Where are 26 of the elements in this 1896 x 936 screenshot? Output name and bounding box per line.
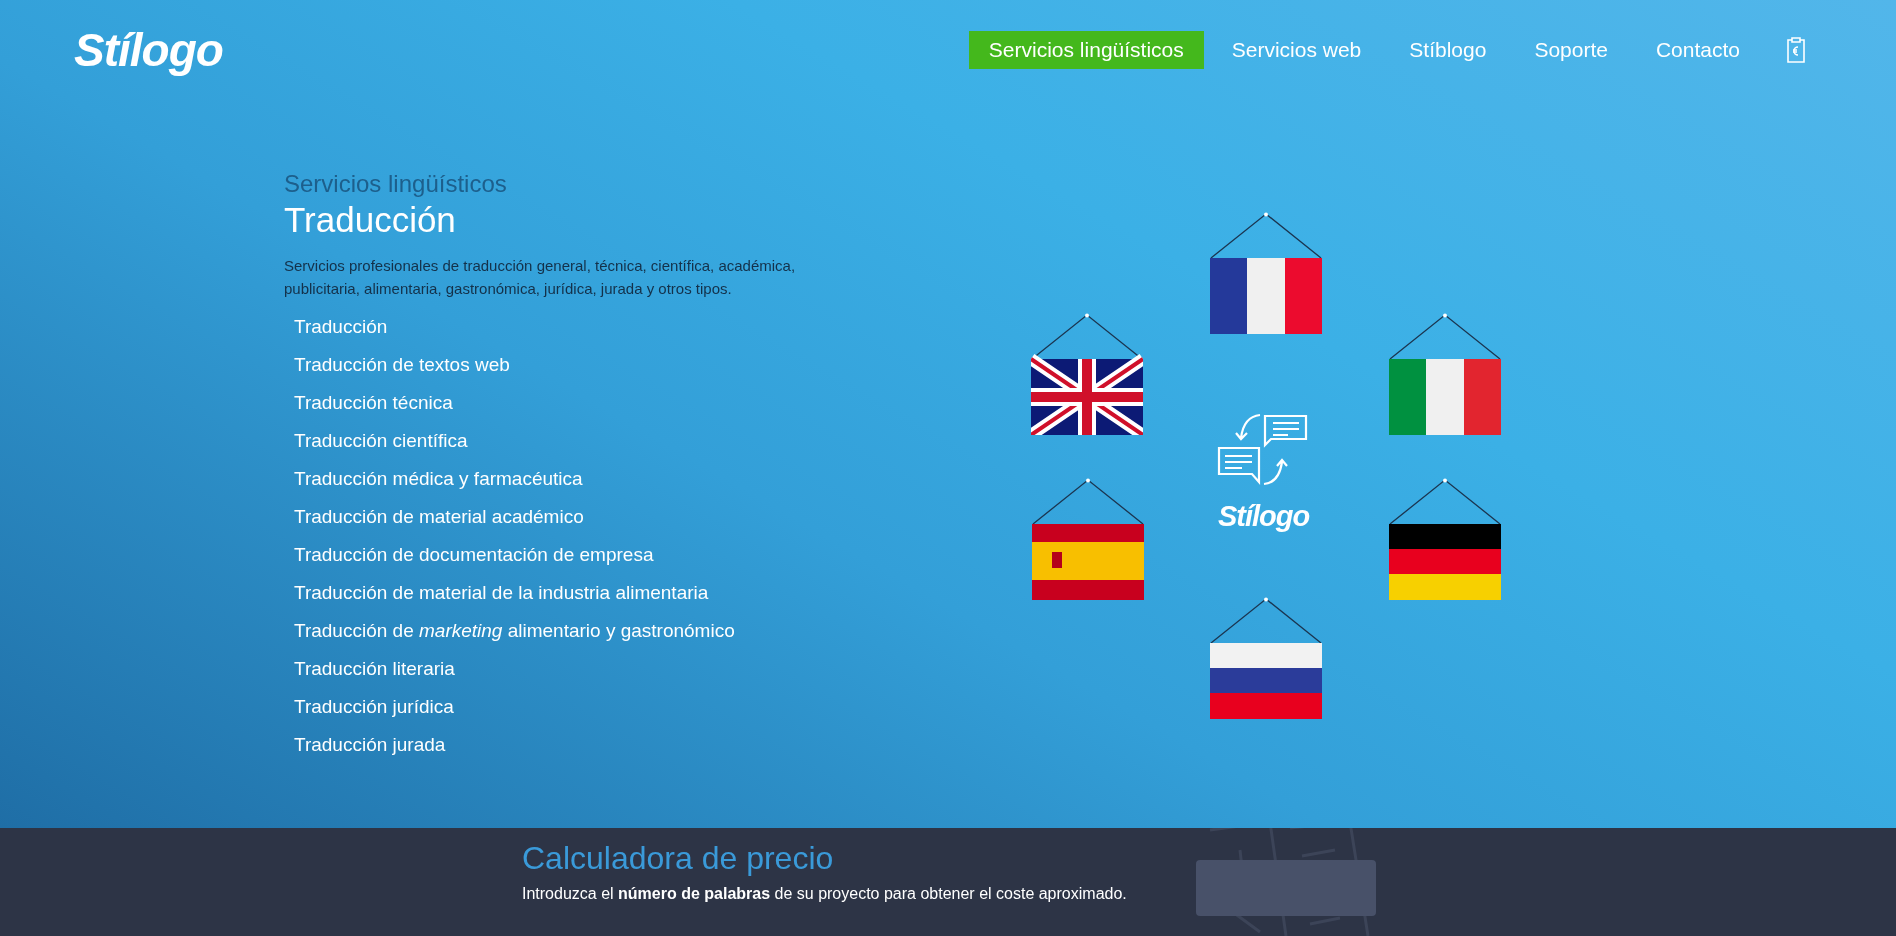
section-title: Calculadora de precio [522,840,835,877]
service-link[interactable]: Traducción de material de la industria alimentaria [294,574,713,612]
section-eyebrow: Servicios lingüísticos [284,170,508,198]
service-link[interactable]: Traducción de material académico [294,498,588,536]
service-link[interactable]: Traducción de documentación de empresa [294,536,658,574]
service-link[interactable]: Traducción científica [294,422,472,460]
page-title: Traducción [284,200,457,240]
service-link[interactable]: Traducción de textos web [294,346,514,384]
service-link[interactable]: Traducción médica y farmacéutica [294,460,587,498]
logo[interactable]: Stílogo [74,23,223,77]
service-link[interactable]: Traducción [294,308,392,346]
nav-link[interactable]: Stíblogo [1389,31,1507,69]
nav-link[interactable]: Contacto [1635,31,1760,69]
instruction-text: Introduzca el número de palabras de su proyecto para obtener el coste aproximado. [522,885,1127,903]
price-field[interactable] [1196,860,1376,916]
service-link[interactable]: Traducción literaria [294,650,459,688]
service-link[interactable]: Traducción jurada [294,726,450,764]
nav-link[interactable]: Servicios lingüísticos [968,31,1204,69]
service-link[interactable]: Traducción jurídica [294,688,458,726]
nav-link[interactable]: Servicios web [1211,31,1382,69]
service-link[interactable]: Traducción técnica [294,384,457,422]
clipboard-icon[interactable] [1786,37,1806,63]
service-link[interactable]: Traducción de marketing alimentario y gastronómico [294,612,739,650]
description: Servicios profesionales de traducción general, técnica, científica, académica, publicitaria, alimentaria, gastronómica, jurídica, jurada y otros tipos. [284,256,797,299]
logo: Stílogo [1218,500,1310,533]
nav-link[interactable]: Soporte [1514,31,1628,69]
